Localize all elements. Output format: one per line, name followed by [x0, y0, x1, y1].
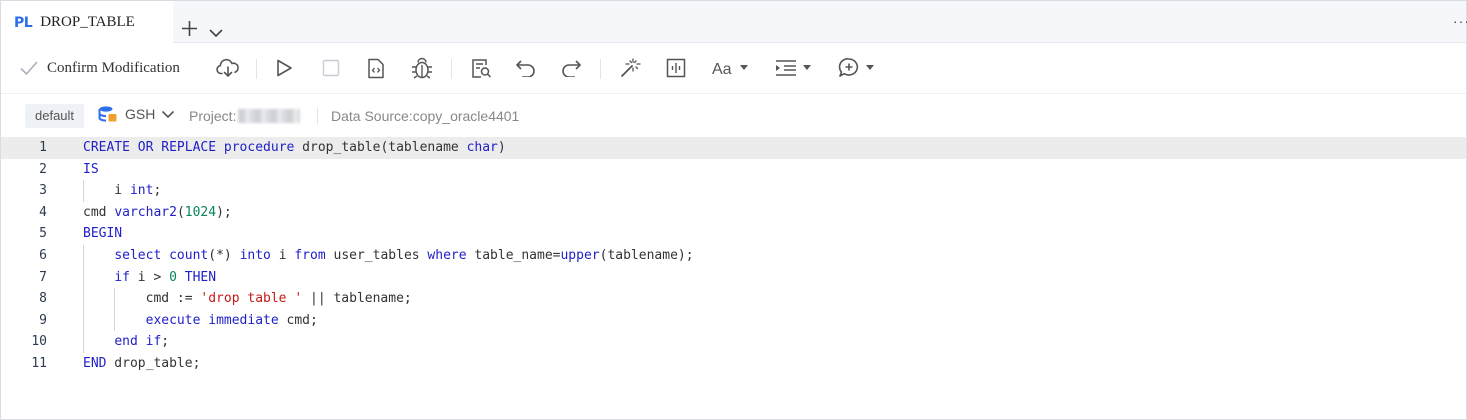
line-number: 5 [39, 226, 47, 242]
upload-cloud-icon[interactable] [215, 44, 241, 92]
code-text: select count(*) into i from user_tables … [114, 248, 694, 263]
line-number: 8 [39, 291, 47, 307]
indent-guide [114, 288, 116, 332]
line-number: 3 [39, 183, 47, 199]
connection-info-bar: default GSH Project: Data Source:copy_or… [1, 99, 1466, 133]
toolbar-separator [600, 59, 601, 79]
code-text: execute immediate cmd; [145, 312, 318, 328]
project-label: Project: [189, 108, 237, 124]
code-text: i int; [83, 183, 162, 199]
stop-icon[interactable] [321, 44, 341, 92]
add-tab-icon[interactable] [181, 20, 198, 37]
line-number: 9 [39, 312, 47, 328]
run-icon[interactable] [273, 44, 295, 92]
check-icon [20, 61, 38, 76]
code-line[interactable]: 3 i int; [1, 180, 1466, 202]
tab-bar: PL DROP_TABLE ··· [1, 1, 1467, 44]
indent-button[interactable] [773, 44, 813, 92]
info-divider [317, 108, 318, 124]
tab-title: DROP_TABLE [40, 14, 135, 30]
project-name-redacted [238, 109, 301, 123]
code-text: BEGIN [83, 226, 123, 242]
font-size-button[interactable]: Aa [710, 44, 750, 92]
comment-icon [838, 58, 859, 77]
chevron-down-icon[interactable] [208, 25, 224, 38]
confirm-modification-label: Confirm Modification [47, 59, 180, 76]
magic-wand-icon[interactable] [619, 44, 641, 92]
line-number: 1 [39, 140, 47, 155]
code-text: CREATE OR REPLACE procedure drop_table(t… [83, 140, 506, 155]
caret-down-icon [740, 65, 748, 70]
split-view-icon[interactable] [665, 44, 687, 92]
environment-chip[interactable]: default [25, 104, 85, 128]
code-line[interactable]: 9 execute immediate cmd; [1, 310, 1466, 332]
schema-name: GSH [125, 106, 156, 122]
code-text: cmd varchar2(1024); [83, 204, 232, 220]
code-line[interactable]: 4 cmd varchar2(1024); [1, 202, 1466, 224]
line-number: 4 [39, 204, 47, 220]
format-file-icon[interactable] [366, 44, 386, 92]
code-text: if i > 0 THEN [114, 269, 217, 285]
code-line[interactable]: 8 cmd := 'drop table ' || tablename; [1, 288, 1466, 310]
code-line[interactable]: 11 END drop_table; [1, 353, 1466, 375]
indent-guide [83, 180, 84, 202]
toolbar-separator [451, 59, 452, 79]
chevron-down-icon [162, 110, 175, 118]
line-number: 10 [31, 334, 47, 350]
code-line[interactable]: 1 CREATE OR REPLACE procedure drop_table(… [1, 137, 1466, 159]
more-options-icon[interactable]: ··· [1453, 13, 1467, 29]
pl-badge: PL [14, 14, 33, 31]
project-info: Project: [189, 108, 301, 124]
toolbar-separator [256, 59, 257, 79]
debug-icon[interactable] [410, 44, 434, 92]
toolbar: Confirm Modification Aa [1, 44, 1466, 94]
database-icon [98, 106, 117, 122]
tab-drop-table[interactable]: PL DROP_TABLE [1, 1, 173, 44]
code-text: cmd := 'drop table ' || tablename; [83, 291, 412, 307]
indent-guide [83, 245, 84, 353]
code-editor[interactable]: 1 CREATE OR REPLACE procedure drop_table(… [1, 137, 1466, 377]
code-line[interactable]: 10 end if; [1, 331, 1466, 353]
line-number: 6 [39, 248, 47, 263]
code-line[interactable]: 5 BEGIN [1, 223, 1466, 245]
redo-icon[interactable] [560, 44, 582, 92]
find-icon[interactable] [470, 44, 492, 92]
comment-button[interactable] [835, 44, 877, 92]
caret-down-icon [866, 65, 874, 70]
editor-window: PL DROP_TABLE ··· Confirm Modification [0, 0, 1467, 420]
code-line[interactable]: 6 select count(*) into i from user_table… [1, 245, 1466, 267]
code-text: END drop_table; [83, 356, 201, 371]
schema-selector[interactable]: GSH [98, 105, 175, 123]
confirm-modification-button[interactable]: Confirm Modification [19, 44, 180, 92]
code-text: IS [83, 161, 99, 177]
data-source-info: Data Source:copy_oracle4401 [331, 108, 520, 124]
font-size-icon: Aa [712, 61, 732, 76]
undo-icon[interactable] [515, 44, 537, 92]
caret-down-icon [803, 65, 811, 70]
svg-text:Aa: Aa [712, 61, 732, 76]
line-number: 7 [39, 269, 47, 285]
code-text: end if; [114, 334, 170, 350]
code-line[interactable]: 2 IS [1, 159, 1466, 181]
line-number: 11 [31, 356, 47, 371]
indent-icon [776, 60, 796, 76]
line-number: 2 [39, 161, 47, 177]
code-line[interactable]: 7 if i > 0 THEN [1, 267, 1466, 289]
